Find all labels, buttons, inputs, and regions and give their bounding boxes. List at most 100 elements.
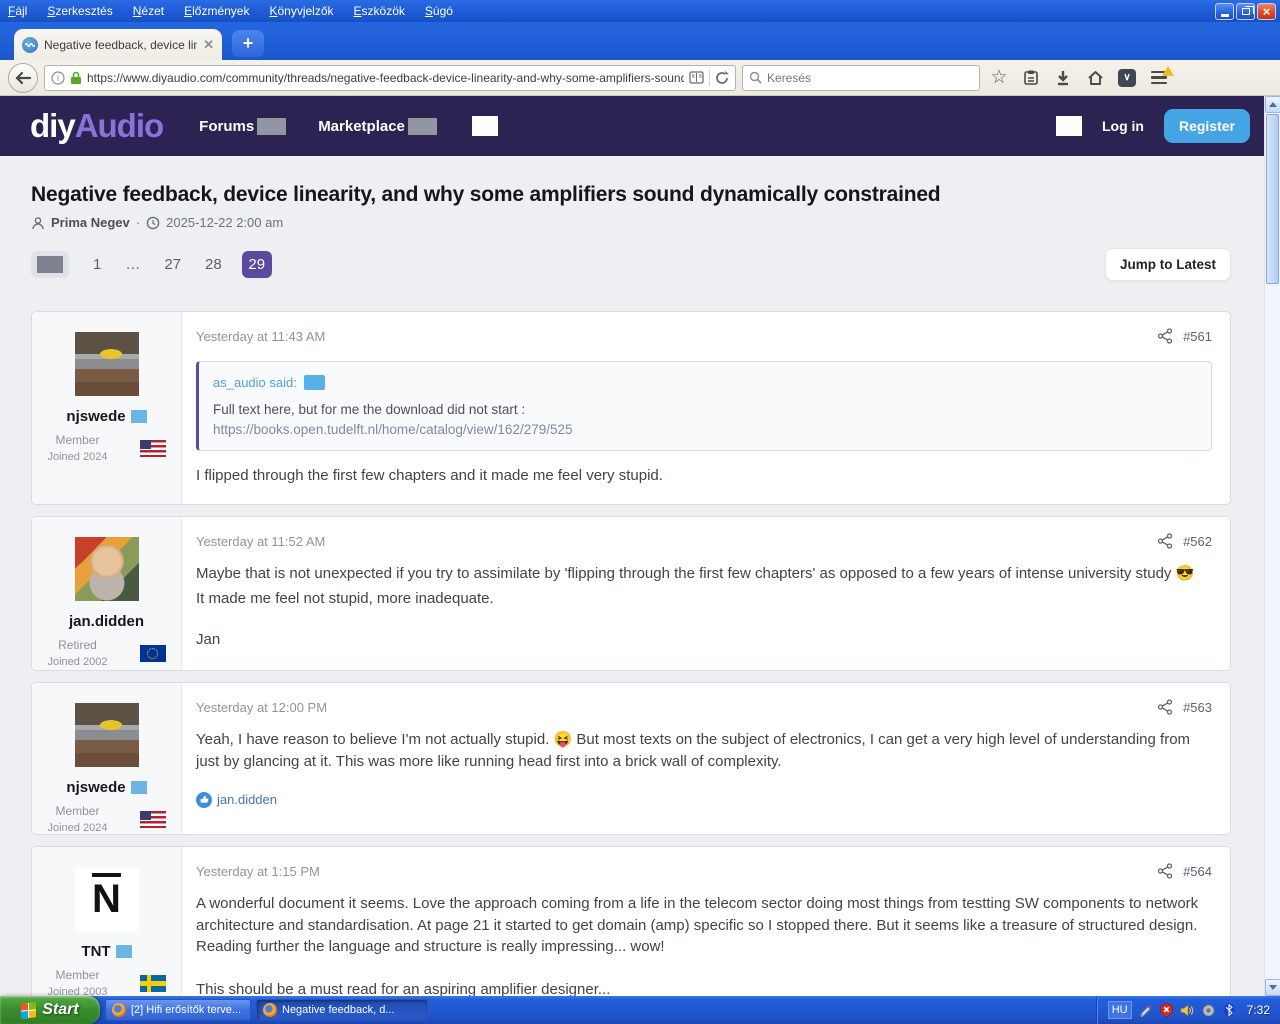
language-indicator[interactable]: HU — [1107, 1001, 1132, 1019]
url-bar[interactable]: i — [44, 64, 736, 91]
menu-history[interactable]: Előzmények — [184, 4, 249, 18]
expand-placeholder[interactable] — [303, 375, 325, 390]
page-ellipsis: … — [125, 256, 141, 273]
login-link[interactable]: Log in — [1102, 118, 1144, 134]
avatar[interactable] — [74, 537, 139, 602]
search-icon — [749, 71, 762, 84]
reload-icon[interactable] — [715, 70, 729, 85]
taskbar-window-1[interactable]: [2] Hifi erősítők terve... — [105, 999, 251, 1021]
url-input[interactable] — [87, 70, 684, 85]
browser-tab[interactable]: Negative feedback, device lin... ✕ — [14, 29, 222, 60]
taskbar: Start [2] Hifi erősítők terve... Negativ… — [0, 996, 1280, 1024]
username[interactable]: njswede — [66, 779, 125, 796]
back-button[interactable] — [8, 62, 38, 93]
liked-by-user[interactable]: jan.didden — [217, 792, 277, 807]
post-number[interactable]: #561 — [1183, 329, 1212, 344]
share-icon[interactable] — [1157, 533, 1173, 549]
post-timestamp[interactable]: Yesterday at 12:00 PM — [196, 700, 1157, 715]
like-icon[interactable] — [196, 791, 212, 808]
new-tab-button[interactable]: + — [232, 30, 264, 57]
bookmark-star-button[interactable]: ☆ — [986, 65, 1012, 91]
jump-to-latest-button[interactable]: Jump to Latest — [1104, 248, 1231, 281]
post-number[interactable]: #562 — [1183, 534, 1212, 549]
username[interactable]: njswede — [66, 408, 125, 425]
avatar[interactable] — [74, 332, 139, 396]
vertical-scrollbar[interactable] — [1264, 96, 1280, 996]
pagination-prev-button[interactable] — [31, 251, 69, 278]
search-icon-placeholder[interactable] — [1055, 116, 1082, 136]
scroll-down-button[interactable] — [1265, 979, 1280, 996]
tab-close-icon[interactable]: ✕ — [203, 37, 214, 53]
search-bar[interactable] — [742, 64, 980, 91]
downloads-button[interactable] — [1050, 65, 1076, 91]
post-number[interactable]: #564 — [1183, 864, 1212, 879]
start-button[interactable]: Start — [0, 996, 100, 1024]
page-link-29-current[interactable]: 29 — [241, 251, 272, 278]
taskbar-window-2-active[interactable]: Negative feedback, d... — [256, 999, 428, 1021]
post-number[interactable]: #563 — [1183, 700, 1212, 715]
minimize-button[interactable] — [1215, 2, 1234, 20]
avatar[interactable]: N — [74, 867, 139, 932]
scroll-up-button[interactable] — [1265, 96, 1280, 113]
post-timestamp[interactable]: Yesterday at 1:15 PM — [196, 864, 1157, 879]
quote-link[interactable]: https://books.open.tudelft.nl/home/catal… — [213, 422, 1197, 437]
menu-view[interactable]: Nézet — [133, 4, 164, 18]
restore-button[interactable] — [1236, 2, 1255, 20]
thread-date: 2025-12-22 2:00 am — [166, 215, 284, 230]
search-input[interactable] — [767, 70, 973, 85]
firefox-icon — [112, 1003, 126, 1017]
home-button[interactable] — [1082, 65, 1108, 91]
tab-favicon-icon — [22, 36, 38, 53]
audio-device-icon[interactable] — [1201, 1003, 1216, 1018]
register-button[interactable]: Register — [1163, 109, 1250, 143]
page-link-1[interactable]: 1 — [93, 256, 101, 273]
post-timestamp[interactable]: Yesterday at 11:43 AM — [196, 329, 1157, 344]
menu-edit[interactable]: Szerkesztés — [47, 4, 112, 18]
share-icon[interactable] — [1157, 863, 1173, 879]
avatar[interactable] — [74, 703, 139, 768]
clock-icon — [146, 216, 160, 229]
scrollbar-thumb[interactable] — [1266, 114, 1279, 284]
site-logo[interactable]: diyAudio — [30, 107, 164, 145]
post-author-cell: N TNT Member Joined 2003 — [32, 847, 182, 996]
nav-marketplace[interactable]: Marketplace — [318, 117, 437, 135]
reader-mode-icon[interactable] — [689, 71, 704, 84]
nav-forums[interactable]: Forums — [199, 117, 287, 135]
pagination: 1 … 27 28 29 Jump to Latest — [31, 248, 1231, 281]
tablet-pen-icon[interactable] — [1138, 1003, 1153, 1018]
info-icon[interactable]: i — [51, 70, 65, 85]
quote-author[interactable]: as_audio said: — [213, 375, 297, 390]
security-alert-shield-icon[interactable] — [1159, 1003, 1174, 1018]
pocket-button[interactable]: ∨ — [1114, 65, 1140, 91]
hamburger-menu-button[interactable] — [1146, 65, 1174, 91]
post-timestamp[interactable]: Yesterday at 11:52 AM — [196, 534, 1157, 549]
post-body: Yesterday at 12:00 PM #563 Yeah, I have … — [182, 683, 1230, 834]
reactions-row: jan.didden — [196, 791, 1212, 808]
share-icon[interactable] — [1157, 699, 1173, 715]
username[interactable]: TNT — [81, 943, 110, 960]
username[interactable]: jan.didden — [69, 613, 144, 630]
nav-extra[interactable] — [469, 116, 498, 136]
post-author-cell: njswede Member Joined 2024 — [32, 683, 182, 835]
bookmarks-panel-button[interactable] — [1018, 65, 1044, 91]
menu-help[interactable]: Súgó — [425, 4, 453, 18]
menu-file[interactable]: Fájl — [8, 4, 27, 18]
pocket-icon: ∨ — [1118, 68, 1136, 87]
close-button[interactable]: × — [1257, 2, 1276, 20]
badge-placeholder — [130, 781, 147, 795]
taskbar-clock[interactable]: 7:32 — [1247, 1003, 1270, 1017]
menu-tools[interactable]: Eszközök — [354, 4, 405, 18]
post-body: Yesterday at 11:43 AM #561 as_audio said… — [182, 312, 1230, 504]
share-icon[interactable] — [1157, 328, 1173, 344]
tab-bar: Negative feedback, device lin... ✕ + — [0, 22, 1280, 60]
user-joined: Joined 2003 — [47, 986, 108, 996]
thread-author[interactable]: Prima Negev — [51, 215, 130, 230]
menu-bookmarks[interactable]: Könyvjelzők — [269, 4, 333, 18]
lock-icon[interactable] — [70, 71, 82, 85]
page-link-27[interactable]: 27 — [164, 256, 181, 273]
page-link-28[interactable]: 28 — [205, 256, 222, 273]
user-role: Member — [55, 433, 100, 447]
quote-text: Full text here, but for me the download … — [213, 402, 526, 417]
volume-icon[interactable] — [1180, 1003, 1195, 1018]
bluetooth-icon[interactable] — [1222, 1003, 1237, 1018]
